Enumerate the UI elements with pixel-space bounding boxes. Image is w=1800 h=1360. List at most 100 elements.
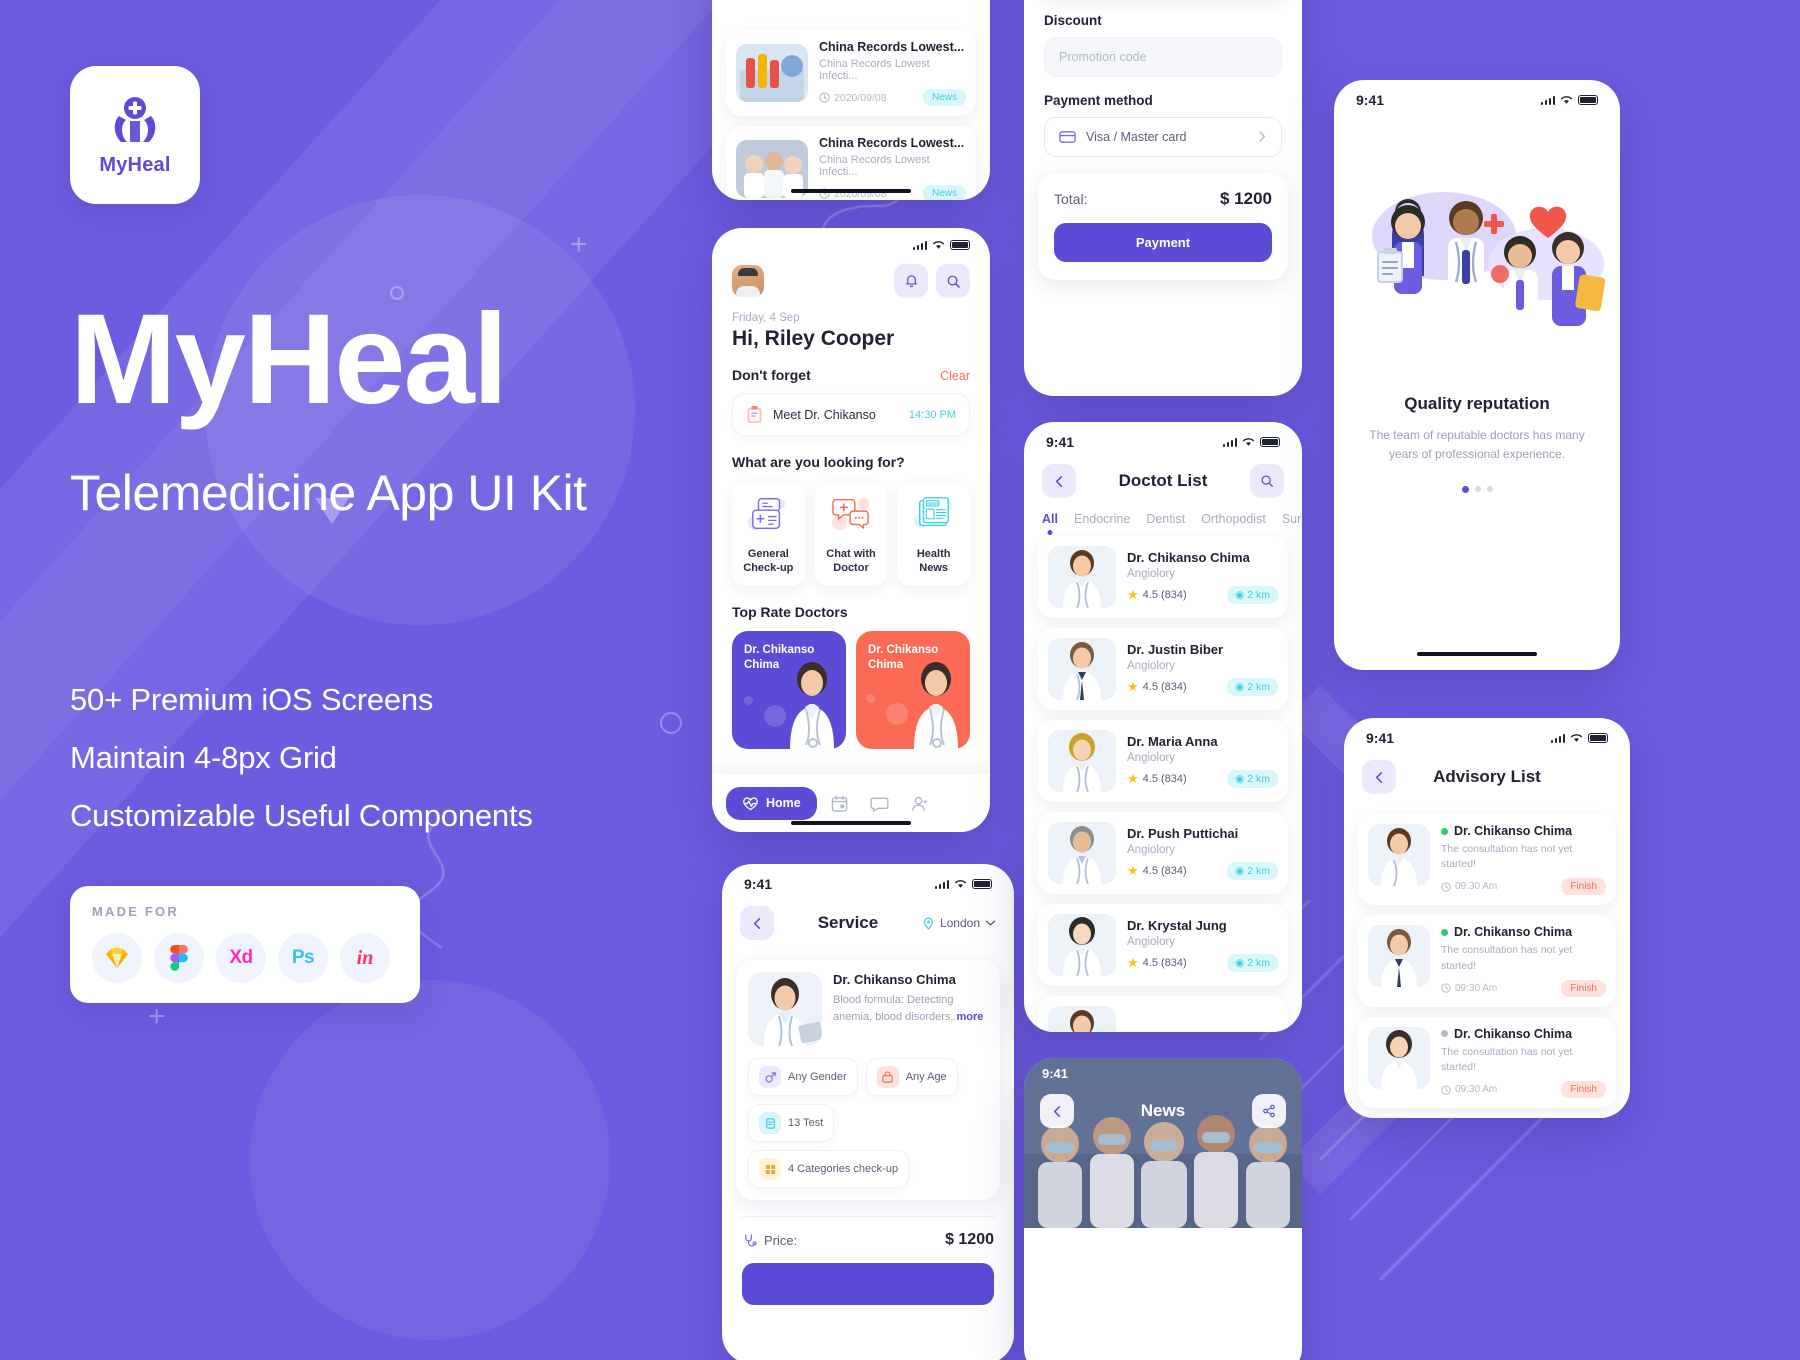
tag-any-age[interactable]: Any Age bbox=[865, 1058, 958, 1096]
doctor-photo bbox=[1368, 824, 1430, 886]
clear-button[interactable]: Clear bbox=[940, 369, 970, 383]
doctor-name: Dr. Maria Anna bbox=[1127, 734, 1218, 749]
book-now-button[interactable] bbox=[742, 1263, 994, 1305]
tag-test-count[interactable]: 13 Test bbox=[748, 1104, 835, 1142]
location-value: London bbox=[939, 916, 980, 930]
payment-button[interactable]: Payment bbox=[1054, 222, 1272, 262]
dont-forget-title: Don't forget bbox=[732, 367, 811, 383]
category-label: Chat with Doctor bbox=[826, 548, 876, 575]
notification-bell-button[interactable] bbox=[894, 264, 928, 298]
back-button[interactable] bbox=[1042, 464, 1076, 498]
status-time: 9:41 bbox=[1356, 92, 1385, 108]
price-value: $ 1200 bbox=[945, 1231, 994, 1248]
credit-card-icon bbox=[1059, 131, 1076, 143]
status-time: 9:41 bbox=[1046, 434, 1075, 450]
doctor-card[interactable]: Dr. Chikanso Chima bbox=[732, 630, 846, 749]
status-time: 9:41 bbox=[1366, 730, 1395, 746]
tab-dentist[interactable]: Dentist bbox=[1146, 512, 1185, 526]
table-row[interactable]: Dr. Push Puttichai Angiolory ★ 4.5 (834) … bbox=[1038, 812, 1288, 894]
service-price-row: Price: $ 1200 bbox=[742, 1231, 994, 1249]
star-icon: ★ bbox=[1127, 771, 1139, 786]
dot-active[interactable] bbox=[1461, 486, 1469, 494]
avatar[interactable] bbox=[732, 265, 764, 297]
table-row[interactable]: Dr. Krystal Jung Angiolory ★ 4.5 (834) ◉ 2… bbox=[1038, 904, 1288, 986]
tab-profile[interactable] bbox=[903, 786, 937, 820]
specialty-tabs: All Endocrine Dentist Orthopodist Surges bbox=[1024, 508, 1302, 526]
phone-advisory-list: 9:41 Advisory List Dr. Chikanso Chima Th… bbox=[1344, 718, 1630, 1118]
list-item[interactable]: China Records Lowest... China Records Lo… bbox=[726, 30, 976, 116]
location-selector[interactable]: London bbox=[922, 916, 996, 930]
signal-icon bbox=[912, 240, 927, 250]
category-general-checkup[interactable]: General Check-up bbox=[732, 482, 805, 586]
sketch-icon[interactable] bbox=[92, 933, 142, 983]
news-description: China Records Lowest Infecti... bbox=[819, 58, 930, 82]
photoshop-icon[interactable]: Ps bbox=[278, 933, 328, 983]
signal-icon bbox=[934, 879, 949, 889]
tab-endocrine[interactable]: Endocrine bbox=[1074, 512, 1130, 526]
wifi-icon bbox=[954, 880, 967, 888]
dot[interactable] bbox=[1474, 486, 1481, 493]
table-row[interactable]: Dr. Maria Anna Angiolory ★ 4.5 (834) ◉ 2 k… bbox=[1038, 720, 1288, 802]
figma-icon[interactable] bbox=[154, 933, 204, 983]
feature-item: 50+ Premium iOS Screens bbox=[70, 682, 434, 717]
dot[interactable] bbox=[1486, 486, 1493, 493]
payment-method-selector[interactable]: Visa / Master card bbox=[1044, 116, 1282, 157]
status-bar: 9:41 bbox=[722, 864, 1014, 896]
distance-badge: ◉ 2 km bbox=[1227, 954, 1278, 972]
status-badge[interactable]: Finish bbox=[1561, 979, 1606, 997]
share-icon bbox=[1263, 1104, 1275, 1118]
location-pin-icon: ◉ bbox=[1235, 589, 1245, 601]
status-badge[interactable]: Finish bbox=[1561, 878, 1606, 896]
tab-surges[interactable]: Surges bbox=[1282, 512, 1302, 526]
share-button[interactable] bbox=[1251, 1094, 1286, 1128]
news-tag: News bbox=[922, 185, 966, 200]
advisory-description: The consultation has not yet started! bbox=[1441, 944, 1573, 972]
category-chat-with-doctor[interactable]: Chat with Doctor bbox=[814, 482, 888, 586]
category-label: Health News bbox=[916, 548, 951, 575]
rating-text: 4.5 (834) bbox=[1142, 589, 1187, 601]
invision-icon[interactable]: in bbox=[340, 933, 390, 983]
table-row[interactable]: Dr. Chikanso Chima Angiolory ★ 4.5 (834) … bbox=[1038, 536, 1288, 618]
phone-news-list: China Records Lowest... China Records Lo… bbox=[712, 0, 990, 200]
onboarding-description: The team of reputable doctors has many y… bbox=[1369, 428, 1585, 462]
adobe-xd-icon[interactable]: Xd bbox=[216, 933, 266, 983]
read-more-link[interactable]: more bbox=[957, 1011, 984, 1023]
table-row[interactable]: Dr. Chikanso Chima bbox=[1038, 996, 1288, 1032]
tab-home[interactable]: Home bbox=[726, 786, 817, 820]
back-button[interactable] bbox=[740, 906, 774, 940]
status-bar: 9:41 bbox=[1024, 422, 1302, 454]
promo-code-input[interactable]: Promotion code bbox=[1044, 36, 1282, 77]
tab-orthopodist[interactable]: Orthopodist bbox=[1201, 512, 1266, 526]
doctor-photo bbox=[1048, 914, 1116, 976]
tab-all[interactable]: All bbox=[1042, 512, 1058, 526]
tab-calendar[interactable] bbox=[823, 786, 857, 820]
status-icons bbox=[934, 879, 992, 889]
clock-icon bbox=[1441, 882, 1451, 892]
tag-any-gender[interactable]: Any Gender bbox=[748, 1058, 858, 1096]
doctor-card[interactable]: Dr. Chikanso Chima bbox=[856, 630, 970, 749]
reminder-card[interactable]: Meet Dr. Chikanso 14:30 PM bbox=[732, 393, 970, 436]
tag-categories[interactable]: 4 Categories check-up bbox=[748, 1150, 910, 1188]
looking-for-title: What are you looking for? bbox=[732, 454, 905, 470]
background-blob bbox=[250, 980, 610, 1340]
discount-section: Discount Promotion code Payment method V… bbox=[1024, 13, 1302, 157]
back-button[interactable] bbox=[1040, 1094, 1074, 1128]
reminder-text: Meet Dr. Chikanso bbox=[773, 407, 876, 422]
search-button[interactable] bbox=[1250, 464, 1284, 498]
tab-messages[interactable] bbox=[863, 786, 897, 820]
search-button[interactable] bbox=[936, 264, 970, 298]
status-badge[interactable]: Finish bbox=[1561, 1081, 1606, 1099]
doctor-photo bbox=[1048, 546, 1116, 608]
service-description-text: Blood formula: Detecting anemia, blood d… bbox=[833, 994, 957, 1023]
status-time: 9:41 bbox=[1042, 1066, 1069, 1081]
back-button[interactable] bbox=[1362, 760, 1396, 794]
plus-decoration-icon: + bbox=[148, 1000, 166, 1033]
doctor-name: Dr. Justin Biber bbox=[1127, 642, 1224, 657]
list-item[interactable]: Dr. Chikanso Chima The consultation has … bbox=[1358, 915, 1616, 1007]
logo-name: MyHeal bbox=[99, 153, 171, 176]
total-box: Total: $ 1200 Payment bbox=[1038, 172, 1288, 280]
list-item[interactable]: Dr. Chikanso Chima The consultation has … bbox=[1358, 814, 1616, 906]
list-item[interactable]: Dr. Chikanso Chima The consultation has … bbox=[1358, 1016, 1616, 1109]
table-row[interactable]: Dr. Justin Biber Angiolory ★ 4.5 (834) ◉ 2… bbox=[1038, 628, 1288, 710]
category-health-news[interactable]: NEWS Health News bbox=[897, 482, 971, 586]
